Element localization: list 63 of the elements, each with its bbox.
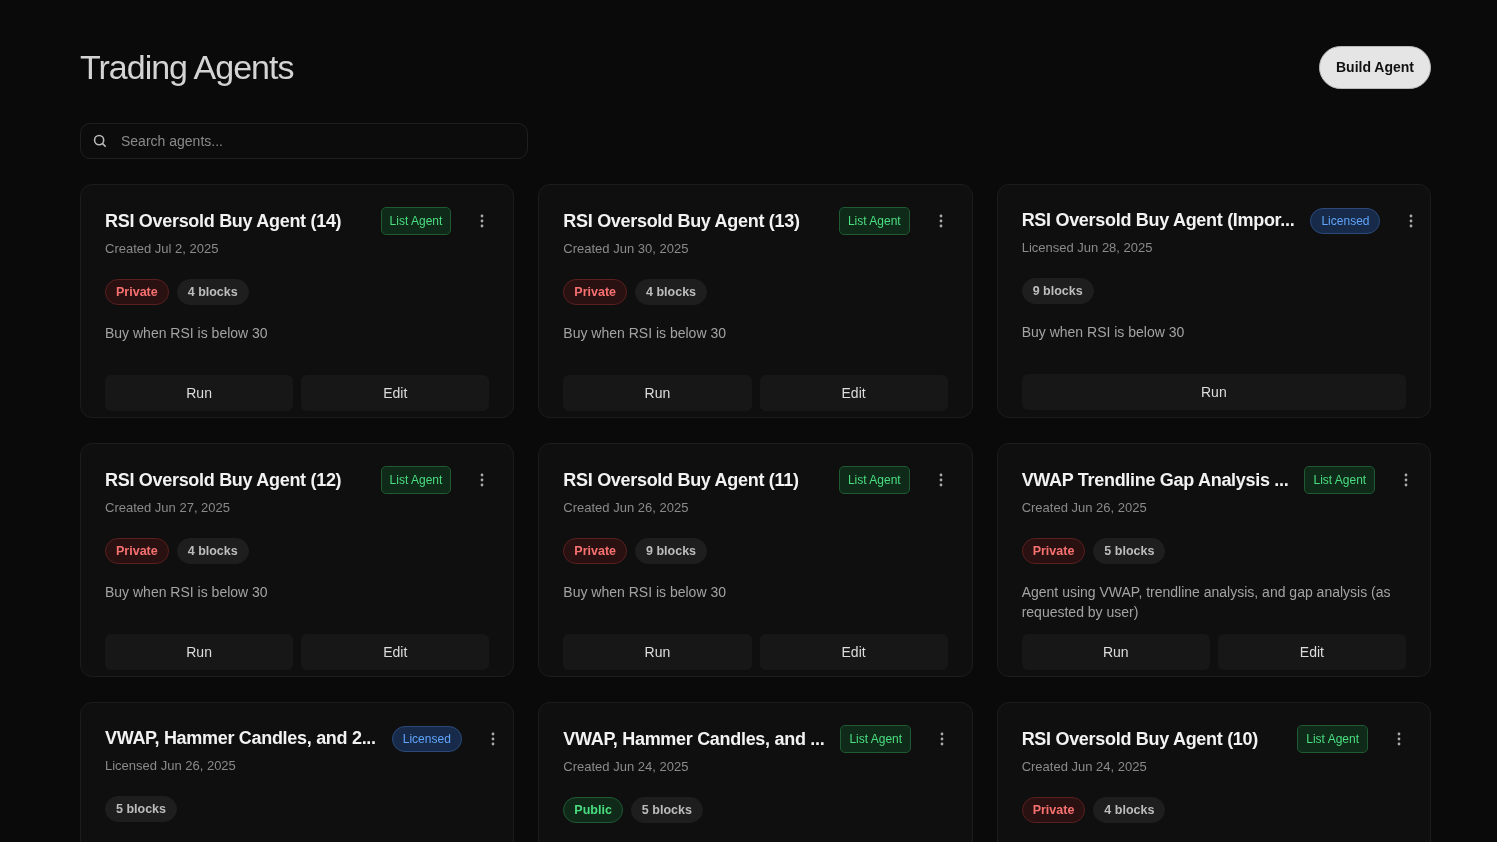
agent-description: Buy when RSI is below 30 xyxy=(105,324,269,344)
edit-button[interactable]: Edit xyxy=(759,375,948,412)
agent-date: Created Jun 30, 2025 xyxy=(563,240,690,258)
agent-name: VWAP, Hammer Candles, and ... xyxy=(563,727,825,751)
run-button[interactable]: Run xyxy=(105,375,294,412)
agent-description: Buy when RSI is below 30 xyxy=(563,324,727,344)
list-agent-button[interactable]: List Agent xyxy=(1304,466,1376,494)
agent-description: Buy when RSI is below 30 xyxy=(105,583,269,603)
agent-description: Agent using VWAP, trendline analysis, and gap analysis (as requested by user) xyxy=(1021,583,1392,623)
blocks-tag: 5 blocks xyxy=(105,795,178,823)
agent-name: RSI Oversold Buy Agent (12) xyxy=(105,468,343,492)
agent-name: RSI Oversold Buy Agent (13) xyxy=(563,209,801,233)
agent-date: Created Jul 2, 2025 xyxy=(105,240,220,258)
agent-date: Created Jun 26, 2025 xyxy=(563,499,690,517)
edit-button[interactable]: Edit xyxy=(301,634,490,671)
agent-date: Licensed Jun 28, 2025 xyxy=(1021,239,1154,257)
agent-name: VWAP Trendline Gap Analysis ... xyxy=(1021,468,1289,492)
blocks-tag: 4 blocks xyxy=(1093,796,1166,824)
edit-button[interactable]: Edit xyxy=(301,375,490,412)
build-agent-button[interactable]: Build Agent xyxy=(1318,46,1431,89)
agent-date: Created Jun 24, 2025 xyxy=(1021,758,1148,776)
visibility-tag: Private xyxy=(105,537,169,565)
agent-name: RSI Oversold Buy Agent (10) xyxy=(1021,727,1259,751)
page-title: Trading Agents xyxy=(80,47,294,88)
blocks-tag: 4 blocks xyxy=(635,278,708,306)
search-field[interactable]: Search agents... xyxy=(80,123,528,159)
agent-date: Licensed Jun 26, 2025 xyxy=(105,757,237,775)
agent-name: VWAP, Hammer Candles, and 2... xyxy=(105,727,376,750)
run-button[interactable]: Run xyxy=(1021,634,1210,671)
blocks-tag: 4 blocks xyxy=(176,537,249,565)
agent-name: RSI Oversold Buy Agent (14) xyxy=(105,209,343,233)
list-agent-button[interactable]: List Agent xyxy=(380,466,452,494)
visibility-tag: Private xyxy=(105,278,169,306)
visibility-tag: Private xyxy=(563,537,628,565)
visibility-tag: Private xyxy=(1021,796,1086,824)
licensed-badge: Licensed xyxy=(391,725,462,752)
edit-button[interactable]: Edit xyxy=(1217,634,1406,671)
blocks-tag: 9 blocks xyxy=(1021,277,1094,305)
blocks-tag: 4 blocks xyxy=(176,278,249,306)
agent-description: Buy when RSI is below 30 xyxy=(1021,323,1186,343)
agent-date: Created Jun 26, 2025 xyxy=(1021,499,1148,517)
run-button[interactable]: Run xyxy=(1021,374,1406,411)
edit-button[interactable]: Edit xyxy=(759,634,948,671)
run-button[interactable]: Run xyxy=(563,375,752,412)
agent-name: RSI Oversold Buy Agent (11) xyxy=(563,468,800,492)
blocks-tag: 9 blocks xyxy=(635,537,708,565)
list-agent-button[interactable]: List Agent xyxy=(838,466,910,494)
visibility-tag: Private xyxy=(563,278,628,306)
visibility-tag: Private xyxy=(1021,537,1086,565)
blocks-tag: 5 blocks xyxy=(1093,537,1166,565)
list-agent-button[interactable]: List Agent xyxy=(380,207,452,235)
list-agent-button[interactable]: List Agent xyxy=(1297,725,1368,753)
run-button[interactable]: Run xyxy=(563,634,752,671)
list-agent-button[interactable]: List Agent xyxy=(838,207,910,235)
visibility-tag: Public xyxy=(563,796,623,824)
agent-date: Created Jun 27, 2025 xyxy=(105,499,232,517)
run-button[interactable]: Run xyxy=(105,634,294,671)
agent-description: Buy when RSI is below 30 xyxy=(563,583,727,603)
agent-date: Created Jun 24, 2025 xyxy=(563,758,690,776)
agent-name: RSI Oversold Buy Agent (Impor... xyxy=(1021,209,1295,232)
licensed-badge: Licensed xyxy=(1310,207,1381,234)
list-agent-button[interactable]: List Agent xyxy=(840,725,912,753)
blocks-tag: 5 blocks xyxy=(630,796,703,824)
